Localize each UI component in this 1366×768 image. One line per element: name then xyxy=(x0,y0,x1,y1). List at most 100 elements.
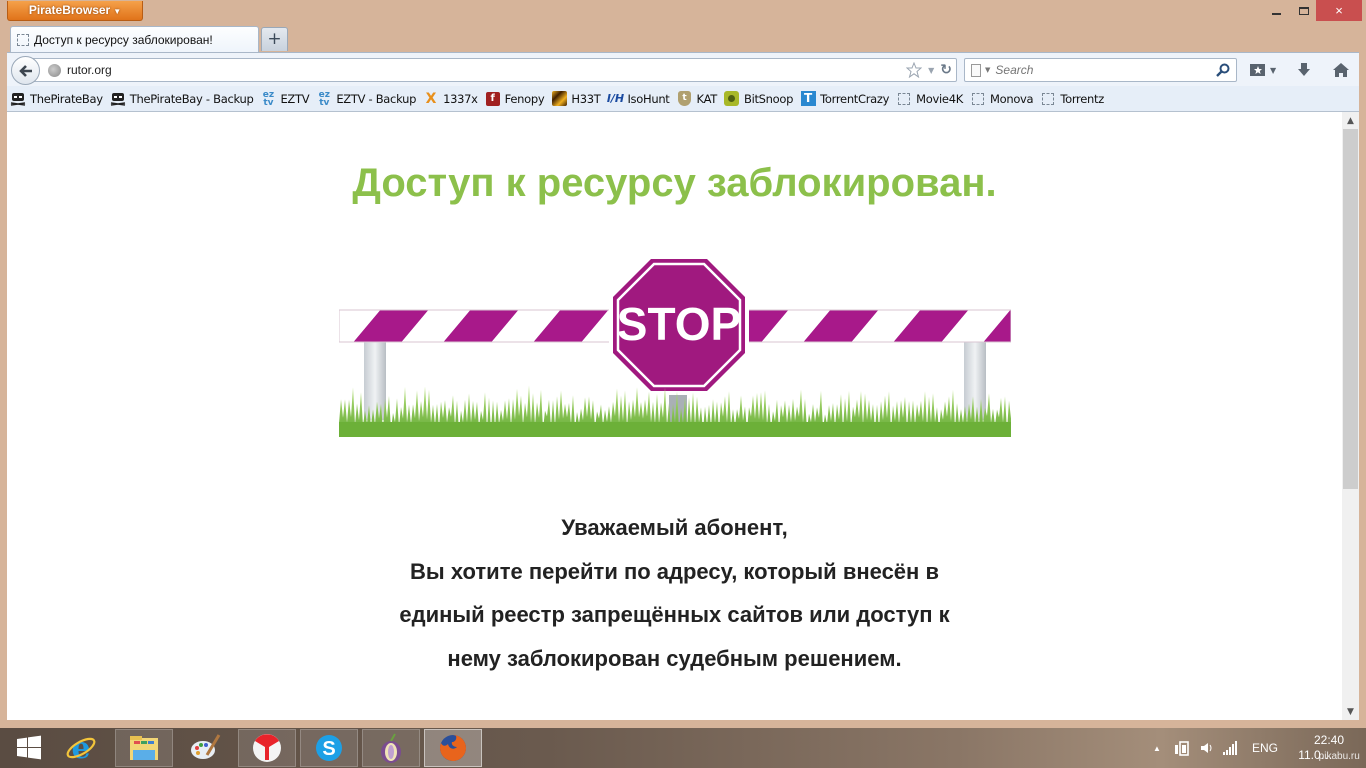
1337x-icon: X xyxy=(425,90,437,107)
taskbar-yandex-browser[interactable] xyxy=(238,729,296,767)
message-line: Вы хотите перейти по адресу, который вне… xyxy=(410,558,939,584)
kat-icon: t xyxy=(677,91,693,107)
stop-barrier-image: STOP xyxy=(339,255,1011,437)
bookmark-label: Torrentz xyxy=(1060,91,1104,106)
downloads-button[interactable] xyxy=(1296,59,1312,81)
search-engine-dropdown-icon[interactable]: ▼ xyxy=(985,66,990,74)
speaker-icon xyxy=(1201,743,1212,753)
blank-page-icon xyxy=(896,91,912,107)
globe-icon xyxy=(48,63,61,77)
home-button[interactable] xyxy=(1332,59,1350,81)
minimize-button[interactable] xyxy=(1264,0,1289,21)
h33t-icon xyxy=(551,91,567,107)
bookmark-label: TorrentCrazy xyxy=(820,91,890,106)
bookmark-item[interactable]: ez tv EZTV - Backup xyxy=(316,90,417,107)
bitsnoop-icon xyxy=(724,91,740,107)
app-menu-label: PirateBrowser xyxy=(28,3,111,17)
blocked-message: Уважаемый абонент, Вы хотите перейти по … xyxy=(7,506,1342,680)
new-tab-button[interactable]: + xyxy=(261,27,288,51)
scroll-up-button[interactable]: ▲ xyxy=(1342,112,1359,129)
search-bar[interactable]: ▼ xyxy=(964,58,1237,82)
maximize-button[interactable] xyxy=(1291,0,1316,21)
scrollbar-thumb[interactable] xyxy=(1343,129,1358,489)
taskbar-firefox[interactable] xyxy=(424,729,482,767)
bookmark-label: IsoHunt xyxy=(627,91,670,106)
page-headline: Доступ к ресурсу заблокирован. xyxy=(352,161,997,205)
tab-active[interactable]: Доступ к ресурсу заблокирован! xyxy=(10,26,259,53)
show-hidden-icons-button[interactable]: ▲ xyxy=(1153,728,1161,768)
taskbar-skype[interactable]: S xyxy=(300,729,358,767)
url-text[interactable]: rutor.org xyxy=(67,63,112,77)
search-input[interactable] xyxy=(995,63,1216,77)
blank-page-icon xyxy=(970,91,986,107)
vertical-scrollbar[interactable]: ▲ ▼ xyxy=(1342,112,1359,720)
url-bar[interactable]: rutor.org ▼ ↻ xyxy=(27,58,957,82)
close-button[interactable]: × xyxy=(1316,0,1362,21)
home-icon xyxy=(1333,63,1349,77)
start-button[interactable] xyxy=(0,729,58,767)
scroll-down-button[interactable]: ▼ xyxy=(1342,703,1359,720)
bookmark-label: BitSnoop xyxy=(743,91,794,106)
bookmark-label: EZTV - Backup xyxy=(336,91,417,106)
chevron-down-icon: ▼ xyxy=(113,7,122,16)
file-explorer-icon xyxy=(130,736,158,760)
taskbar-tor-browser[interactable] xyxy=(362,729,420,767)
bookmark-item[interactable]: I/H IsoHunt xyxy=(606,91,670,107)
taskbar-paint[interactable] xyxy=(176,729,234,767)
message-line: нему заблокирован судебным решением. xyxy=(447,645,902,671)
bookmark-item[interactable]: Monova xyxy=(970,91,1034,107)
stop-sign-text: STOP xyxy=(617,298,741,350)
bookmark-item[interactable]: T TorrentCrazy xyxy=(800,91,889,107)
bookmarks-menu-button[interactable]: ▼ xyxy=(1249,59,1276,81)
grass-base xyxy=(339,422,1011,437)
history-dropdown-icon[interactable]: ▼ xyxy=(928,66,934,75)
close-icon: × xyxy=(1335,3,1343,18)
battery-indicator[interactable] xyxy=(1174,728,1190,768)
bookmark-label: KAT xyxy=(696,91,718,106)
taskbar-internet-explorer[interactable]: e xyxy=(52,729,110,767)
reload-icon[interactable]: ↻ xyxy=(940,62,952,78)
bookmark-item[interactable]: ThePirateBay xyxy=(10,91,103,107)
bookmark-item[interactable]: t KAT xyxy=(677,91,717,107)
bookmarks-menu-icon xyxy=(1250,64,1265,76)
eztv-icon: ez tv xyxy=(262,89,275,108)
magnifier-icon[interactable] xyxy=(1215,62,1231,78)
torrentcrazy-icon: T xyxy=(800,91,816,107)
chevron-down-icon: ▼ xyxy=(1347,706,1354,717)
bookmark-item[interactable]: Movie4K xyxy=(896,91,963,107)
volume-indicator[interactable] xyxy=(1199,728,1215,768)
tab-title: Доступ к ресурсу заблокирован! xyxy=(34,33,213,47)
app-menu-button[interactable]: PirateBrowser ▼ xyxy=(7,1,143,21)
back-button[interactable] xyxy=(11,56,40,85)
taskbar-file-explorer[interactable] xyxy=(115,729,173,767)
signal-bars-icon xyxy=(1223,741,1237,755)
clock-time: 22:40 xyxy=(1313,733,1345,747)
internet-explorer-icon: e xyxy=(66,732,96,764)
bookmark-item[interactable]: BitSnoop xyxy=(724,91,793,107)
bookmark-item[interactable]: ez tv EZTV xyxy=(260,89,310,108)
bookmark-item[interactable]: X 1337x xyxy=(423,91,478,107)
pirate-ship-icon xyxy=(10,91,26,107)
bookmark-star-icon[interactable] xyxy=(906,62,923,78)
bookmark-label: 1337x xyxy=(443,91,478,106)
watermark: pikabu.ru xyxy=(1318,751,1360,762)
input-language-indicator[interactable]: ENG xyxy=(1252,728,1278,768)
paint-palette-icon xyxy=(191,734,221,759)
downloads-icon xyxy=(1298,63,1310,76)
battery-icon xyxy=(1175,741,1189,756)
clock[interactable]: 22:40 11.0…pikabu.ru xyxy=(1296,733,1362,764)
clock-date: 11.0…pikabu.ru xyxy=(1298,748,1360,762)
bookmark-item[interactable]: f Fenopy xyxy=(485,91,545,107)
bookmark-item[interactable]: H33T xyxy=(551,91,601,107)
chevron-up-icon: ▲ xyxy=(1347,115,1354,126)
blank-page-icon xyxy=(1040,91,1056,107)
bookmark-item[interactable]: Torrentz xyxy=(1040,91,1104,107)
chevron-down-icon: ▼ xyxy=(1270,65,1277,75)
back-arrow-icon xyxy=(18,64,32,77)
bookmark-label: Fenopy xyxy=(504,91,545,106)
network-indicator[interactable] xyxy=(1222,728,1238,768)
minimize-icon xyxy=(1272,12,1281,15)
bookmark-item[interactable]: ThePirateBay - Backup xyxy=(110,91,254,107)
isohunt-icon: I/H xyxy=(606,92,625,105)
search-engine-icon[interactable] xyxy=(971,63,981,77)
